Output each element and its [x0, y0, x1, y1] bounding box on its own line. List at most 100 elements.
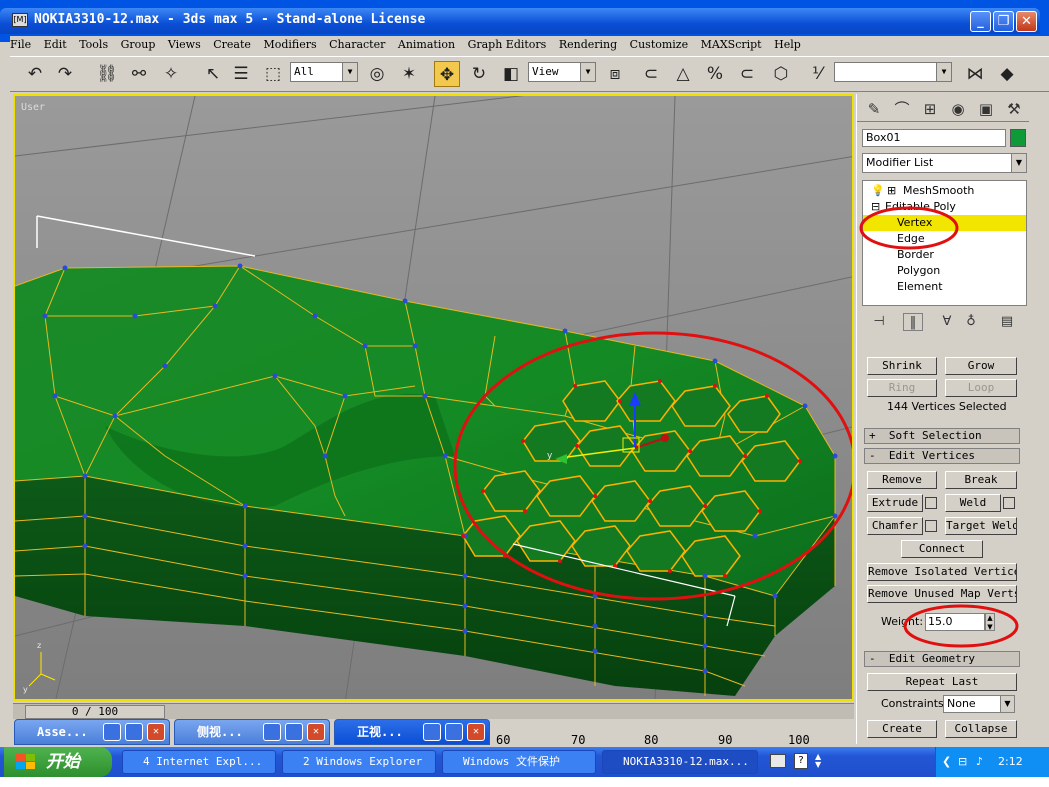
close-button[interactable]: ✕ — [1016, 11, 1037, 32]
stack-item-meshsmooth[interactable]: 💡 ⊞ MeshSmooth — [863, 183, 1026, 199]
reference-coord-dropdown[interactable]: View ▼ — [528, 62, 596, 82]
select-and-move-icon[interactable]: ✥ — [434, 61, 460, 87]
create-button[interactable]: Create — [867, 720, 937, 738]
pin-stack-icon[interactable]: ⊣ — [869, 313, 889, 331]
help-icon[interactable]: ? — [794, 753, 808, 769]
minimized-window-front-view[interactable]: 正视... ✕ — [334, 719, 490, 745]
time-slider[interactable]: 0 / 100 — [25, 705, 165, 719]
constraints-dropdown[interactable]: None ▼ — [943, 695, 1015, 713]
maximize-icon[interactable] — [445, 723, 463, 741]
maximize-button[interactable]: ❐ — [993, 11, 1014, 32]
named-selection-icon[interactable]: ⬡ — [768, 61, 794, 87]
clock[interactable]: 2:12 — [998, 747, 1023, 777]
show-end-result-icon[interactable]: ‖ — [903, 313, 923, 331]
edit-geometry-rollout[interactable]: - Edit Geometry — [864, 651, 1020, 667]
menu-views[interactable]: Views — [168, 36, 201, 54]
ring-button[interactable]: Ring — [867, 379, 937, 397]
volume-icon[interactable]: ♪ — [976, 747, 983, 777]
expand-icon[interactable]: ⊞ — [887, 183, 896, 199]
keyboard-icon[interactable] — [770, 754, 786, 768]
extrude-button[interactable]: Extrude — [867, 494, 923, 512]
remove-button[interactable]: Remove — [867, 471, 937, 489]
shrink-button[interactable]: Shrink — [867, 357, 937, 375]
menu-animation[interactable]: Animation — [398, 36, 455, 54]
menu-help[interactable]: Help — [774, 36, 801, 54]
weld-settings-icon[interactable] — [1003, 497, 1015, 509]
break-button[interactable]: Break — [945, 471, 1017, 489]
menu-modifiers[interactable]: Modifiers — [263, 36, 316, 54]
menu-edit[interactable]: Edit — [44, 36, 67, 54]
select-by-region-icon[interactable]: ◎ — [364, 61, 390, 87]
modifier-list-dropdown[interactable]: Modifier List ▼ — [862, 153, 1027, 173]
edit-named-selection-icon[interactable]: ⅟ — [804, 61, 830, 87]
bind-space-warp-icon[interactable]: ✧ — [158, 61, 184, 87]
pivot-center-icon[interactable]: ⧈ — [602, 61, 628, 87]
target-weld-button[interactable]: Target Weld — [945, 517, 1017, 535]
menu-tools[interactable]: Tools — [79, 36, 108, 54]
create-tab-icon[interactable]: ✎ — [861, 98, 887, 120]
angle-snap-icon[interactable]: △ — [670, 61, 696, 87]
snap-toggle-icon[interactable]: ⊂ — [638, 61, 664, 87]
menu-file[interactable]: File — [10, 36, 31, 54]
start-button[interactable]: 开始 — [4, 747, 112, 777]
modify-tab-icon[interactable]: ⌒ — [889, 98, 915, 120]
select-by-name-icon[interactable]: ☰ — [228, 61, 254, 87]
object-color-swatch[interactable] — [1010, 129, 1026, 147]
soft-selection-rollout[interactable]: + Soft Selection — [864, 428, 1020, 444]
menu-rendering[interactable]: Rendering — [559, 36, 617, 54]
task-internet-explorer[interactable]: 4 Internet Expl... — [122, 750, 276, 774]
minimized-window-assets[interactable]: Asse... ✕ — [14, 719, 170, 745]
object-name-field[interactable]: Box01 — [862, 129, 1006, 147]
select-and-link-icon[interactable]: ⛓ — [94, 61, 120, 87]
remove-unused-map-verts-button[interactable]: Remove Unused Map Verts — [867, 585, 1017, 603]
maximize-icon[interactable] — [285, 723, 303, 741]
menu-character[interactable]: Character — [329, 36, 385, 54]
select-and-rotate-icon[interactable]: ↻ — [466, 61, 492, 87]
restore-icon[interactable] — [263, 723, 281, 741]
selection-filter-dropdown[interactable]: All ▼ — [290, 62, 358, 82]
network-icon[interactable]: ⊟ — [958, 747, 967, 777]
utilities-tab-icon[interactable]: ⚒ — [1001, 98, 1027, 120]
window-crossing-icon[interactable]: ✶ — [396, 61, 422, 87]
make-unique-icon[interactable]: ∀ — [937, 313, 957, 331]
restore-icon[interactable] — [103, 723, 121, 741]
scroll-arrows-icon[interactable]: ▲ ▼ — [815, 753, 821, 769]
chevron-left-icon[interactable]: ❮ — [942, 747, 951, 777]
stack-item-element[interactable]: Element — [863, 279, 1026, 295]
spinner-snap-icon[interactable]: ⊂ — [734, 61, 760, 87]
select-and-scale-icon[interactable]: ◧ — [498, 61, 524, 87]
named-selection-dropdown[interactable]: ▼ — [834, 62, 952, 82]
weld-button[interactable]: Weld — [945, 494, 1001, 512]
percent-snap-icon[interactable]: % — [702, 61, 728, 87]
mirror-icon[interactable]: ⋈ — [962, 61, 988, 87]
repeat-last-button[interactable]: Repeat Last — [867, 673, 1017, 691]
hierarchy-tab-icon[interactable]: ⊞ — [917, 98, 943, 120]
task-3dsmax[interactable]: NOKIA3310-12.max... — [602, 750, 758, 774]
app-icon[interactable]: [M] — [12, 13, 28, 27]
edit-vertices-rollout[interactable]: - Edit Vertices — [864, 448, 1020, 464]
menu-maxscript[interactable]: MAXScript — [701, 36, 762, 54]
task-windows-explorer[interactable]: 2 Windows Explorer — [282, 750, 436, 774]
stack-item-polygon[interactable]: Polygon — [863, 263, 1026, 279]
collapse-button[interactable]: Collapse — [945, 720, 1017, 738]
minimize-button[interactable]: _ — [970, 11, 991, 32]
configure-sets-icon[interactable]: ▤ — [997, 313, 1017, 331]
user-viewport[interactable]: y z y User — [13, 94, 854, 701]
motion-tab-icon[interactable]: ◉ — [945, 98, 971, 120]
task-windows-file-protection[interactable]: Windows 文件保护 — [442, 750, 596, 774]
chamfer-settings-icon[interactable] — [925, 520, 937, 532]
chamfer-button[interactable]: Chamfer — [867, 517, 923, 535]
extrude-settings-icon[interactable] — [925, 497, 937, 509]
loop-button[interactable]: Loop — [945, 379, 1017, 397]
minimized-window-side-view[interactable]: 侧视... ✕ — [174, 719, 330, 745]
close-icon[interactable]: ✕ — [467, 723, 485, 741]
redo-icon[interactable]: ↷ — [52, 61, 78, 87]
remove-modifier-icon[interactable]: ♁ — [961, 313, 981, 331]
remove-isolated-vertices-button[interactable]: Remove Isolated Vertices — [867, 563, 1017, 581]
rectangular-selection-icon[interactable]: ⬚ — [260, 61, 286, 87]
menu-customize[interactable]: Customize — [630, 36, 688, 54]
close-icon[interactable]: ✕ — [147, 723, 165, 741]
connect-button[interactable]: Connect — [901, 540, 983, 558]
display-tab-icon[interactable]: ▣ — [973, 98, 999, 120]
grow-button[interactable]: Grow — [945, 357, 1017, 375]
